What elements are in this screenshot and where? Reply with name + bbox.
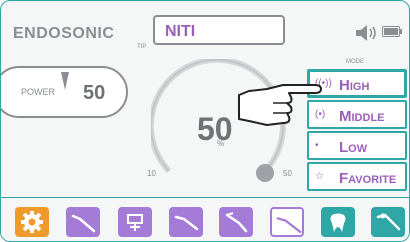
tip-4-button[interactable] <box>219 207 253 237</box>
power-marker <box>61 72 69 90</box>
file-tip-icon <box>174 215 199 231</box>
tip-6-button[interactable] <box>371 207 405 237</box>
file-tip-icon <box>225 212 248 233</box>
mode-label: MODE <box>346 59 364 65</box>
file-tip-icon <box>376 213 401 231</box>
tip-1-button[interactable] <box>66 207 100 237</box>
power-control[interactable]: POWER 50 <box>1 66 128 118</box>
mode-middle-label: Middle <box>339 108 385 125</box>
dial-value: 50 <box>197 111 233 147</box>
mode-low-button[interactable]: • Low <box>307 131 407 160</box>
dial-min-label: 10 <box>147 169 156 178</box>
tip-5-button[interactable] <box>270 207 304 237</box>
tip-label: TIP <box>137 44 147 50</box>
app-title: ENDOSONIC <box>13 25 115 42</box>
power-label: POWER <box>21 87 56 97</box>
tooth-button[interactable] <box>321 207 355 237</box>
gear-icon <box>21 211 43 233</box>
battery-icon <box>382 26 402 37</box>
speaker-icon[interactable] <box>356 25 380 41</box>
star-icon: ☆ <box>315 171 324 182</box>
tip-selector[interactable]: NITI <box>153 15 285 45</box>
mode-low-label: Low <box>339 139 368 156</box>
tip-2-button[interactable] <box>118 207 152 237</box>
file-tip-icon <box>71 214 96 233</box>
tip-3-button[interactable] <box>169 207 203 237</box>
mode-favorite-label: Favorite <box>339 170 397 187</box>
device-screen: ENDOSONIC NITI TIP MODE POWER 50 50 % 10… <box>0 0 410 242</box>
mode-high-label: High <box>339 77 370 94</box>
settings-button[interactable] <box>15 207 49 237</box>
tip-value: NITI <box>165 23 196 40</box>
dial-max-label: 50 <box>283 169 292 178</box>
file-tip-icon <box>276 217 302 234</box>
pointing-hand-icon <box>238 84 322 126</box>
dial-unit: % <box>217 139 225 148</box>
tip-holder-icon <box>127 214 143 231</box>
dial-knob[interactable] <box>256 164 274 182</box>
mode-favorite-button[interactable]: ☆ Favorite <box>307 162 407 191</box>
tooth-icon <box>330 213 346 232</box>
waves-weak-icon: • <box>315 140 319 151</box>
power-value: 50 <box>83 82 106 104</box>
